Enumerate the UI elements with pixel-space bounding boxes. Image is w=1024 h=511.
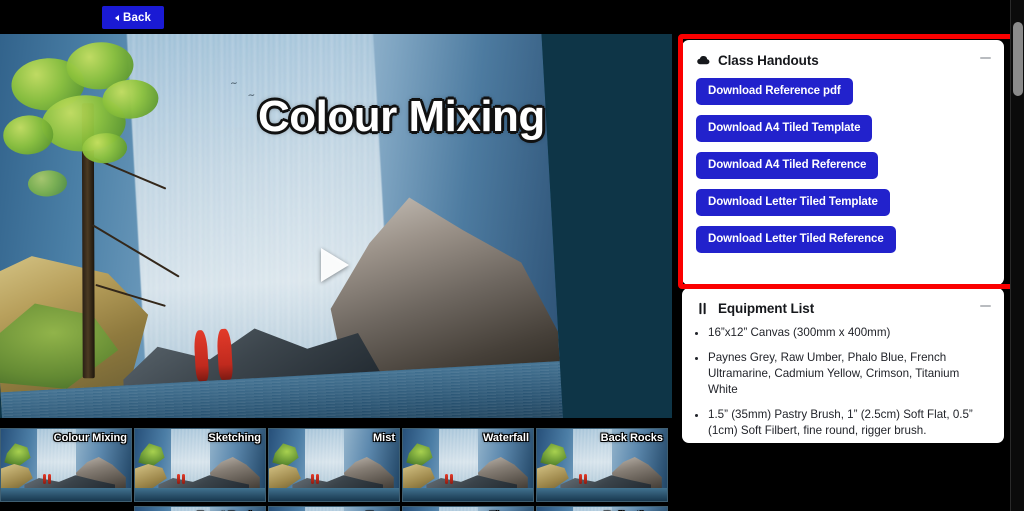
class-handouts-header: Class Handouts <box>682 40 1004 68</box>
play-button-icon[interactable] <box>321 248 349 282</box>
download-letter-tiled-reference-button[interactable]: Download Letter Tiled Reference <box>696 226 896 253</box>
painting-bird: ∼ <box>229 77 238 89</box>
back-button[interactable]: Back <box>102 6 164 29</box>
thumbnail-item[interactable]: Back Rocks <box>536 428 668 502</box>
thumbnail-item[interactable]: Mist <box>268 428 400 502</box>
thumbnail-label: Mist <box>373 432 395 444</box>
chapter-thumbnail-strip[interactable]: Colour Mixing Sketching Mist Waterfall B… <box>0 424 672 511</box>
equipment-item: Paynes Grey, Raw Umber, Phalo Blue, Fren… <box>708 350 988 398</box>
thumbnail-row-2: Front Rocks Trees Figures Reflections <box>134 506 668 511</box>
class-handouts-panel: Class Handouts Download Reference pdf Do… <box>682 40 1004 285</box>
minus-collapse-icon[interactable] <box>980 57 991 59</box>
painting-figures <box>193 328 241 391</box>
download-reference-pdf-button[interactable]: Download Reference pdf <box>696 78 853 105</box>
video-title: Colour Mixing <box>258 92 545 141</box>
thumbnail-item[interactable]: Sketching <box>134 428 266 502</box>
painting-bird: ∼ <box>247 89 256 101</box>
equipment-list-header: Equipment List <box>682 288 1004 316</box>
scrollbar-thumb[interactable] <box>1013 22 1023 96</box>
equipment-item: 16”x12” Canvas (300mm x 400mm) <box>708 325 988 341</box>
thumbnail-item[interactable]: Waterfall <box>402 428 534 502</box>
thumbnail-item[interactable]: Figures <box>402 506 534 511</box>
download-letter-tiled-template-button[interactable]: Download Letter Tiled Template <box>696 189 890 216</box>
thumbnail-item[interactable]: Colour Mixing <box>0 428 132 502</box>
thumbnail-label: Waterfall <box>482 432 529 444</box>
thumbnail-item[interactable]: Reflections <box>536 506 668 511</box>
back-button-label: Back <box>123 11 151 24</box>
right-sidebar: Class Handouts Download Reference pdf Do… <box>676 0 1010 511</box>
thumbnail-item[interactable]: Front Rocks <box>134 506 266 511</box>
thumbnail-label: Colour Mixing <box>53 432 127 444</box>
equipment-item: 1.5” (35mm) Pastry Brush, 1” (2.5cm) Sof… <box>708 407 988 439</box>
equipment-list-panel: Equipment List 16”x12” Canvas (300mm x 4… <box>682 288 1004 443</box>
download-cloud-icon <box>697 56 710 65</box>
class-handouts-title: Class Handouts <box>718 53 819 68</box>
paint-brushes-icon <box>699 302 706 315</box>
thumbnail-label: Back Rocks <box>600 432 663 444</box>
thumbnail-item[interactable]: Trees <box>268 506 400 511</box>
back-caret-icon <box>115 14 120 21</box>
minus-collapse-icon[interactable] <box>980 305 991 307</box>
equipment-items-list: 16”x12” Canvas (300mm x 400mm) Paynes Gr… <box>682 316 1004 439</box>
download-a4-tiled-reference-button[interactable]: Download A4 Tiled Reference <box>696 152 879 179</box>
page-scrollbar[interactable] <box>1010 0 1024 511</box>
thumbnail-row-1: Colour Mixing Sketching Mist Waterfall B… <box>0 428 668 502</box>
video-player[interactable]: ∼ ∼ Colour Mixing <box>0 34 672 418</box>
handout-buttons-list: Download Reference pdf Download A4 Tiled… <box>682 68 1004 263</box>
app-root: Back ∼ ∼ Colour Mixing Colour Mixing Ske… <box>0 0 1024 511</box>
thumbnail-label: Sketching <box>208 432 261 444</box>
equipment-list-title: Equipment List <box>718 301 815 316</box>
download-a4-tiled-template-button[interactable]: Download A4 Tiled Template <box>696 115 873 142</box>
